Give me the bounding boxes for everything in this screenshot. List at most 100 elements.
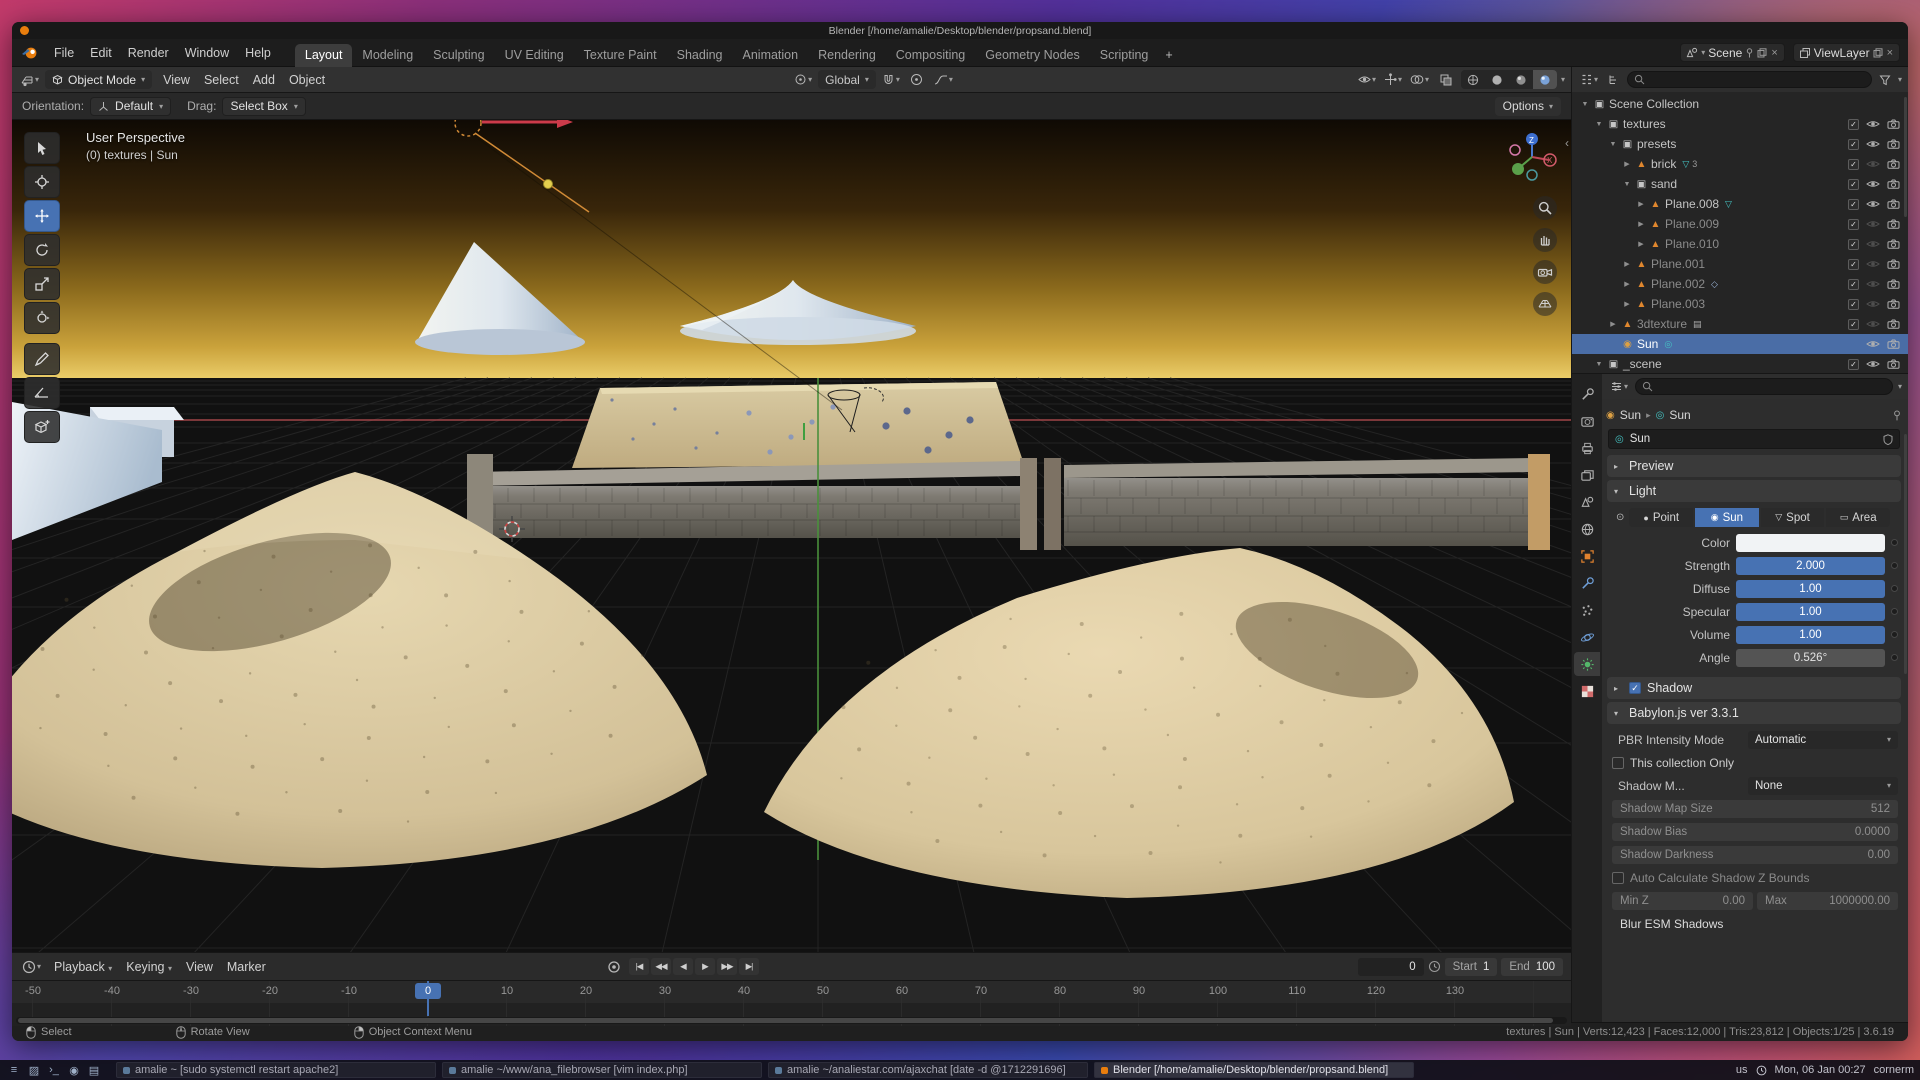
menu-item[interactable]: Render bbox=[120, 43, 177, 63]
outliner-item-label[interactable]: presets bbox=[1637, 137, 1676, 151]
cursor-tool-button[interactable] bbox=[24, 166, 60, 198]
outliner-item-label[interactable]: brick bbox=[1651, 157, 1676, 171]
annotate-tool-button[interactable] bbox=[24, 343, 60, 375]
exclude-checkbox[interactable]: ✓ bbox=[1848, 359, 1859, 370]
exclude-checkbox[interactable]: ✓ bbox=[1848, 259, 1859, 270]
exclude-checkbox[interactable]: ✓ bbox=[1848, 199, 1859, 210]
workspace-tab[interactable]: Animation bbox=[733, 44, 809, 67]
current-frame-field[interactable]: 0 bbox=[1358, 958, 1424, 976]
light-type-button[interactable]: ▭Area bbox=[1826, 508, 1890, 527]
tab-texture[interactable] bbox=[1574, 679, 1600, 703]
blender-logo-icon[interactable] bbox=[20, 45, 40, 61]
jump-to-end-button[interactable]: ▶| bbox=[739, 958, 759, 975]
hide-viewport-toggle[interactable] bbox=[1866, 179, 1880, 189]
tab-modifiers[interactable] bbox=[1574, 571, 1600, 595]
measure-tool-button[interactable] bbox=[24, 377, 60, 409]
timeline-menu-item[interactable]: View bbox=[179, 957, 220, 977]
expand-arrow[interactable]: ▶ bbox=[1622, 160, 1632, 168]
zoom-icon[interactable] bbox=[1533, 196, 1557, 220]
outliner-row[interactable]: ▼ ▣ Scene Collection ✓ bbox=[1572, 94, 1908, 114]
properties-search-input[interactable] bbox=[1657, 381, 1886, 393]
pbr-intensity-dropdown[interactable]: Automatic▾ bbox=[1748, 731, 1898, 749]
expand-arrow[interactable]: ▼ bbox=[1594, 361, 1604, 368]
pin-icon[interactable] bbox=[1745, 48, 1754, 58]
app-menu-icon[interactable]: ≡ bbox=[6, 1062, 22, 1078]
tab-render[interactable] bbox=[1574, 409, 1600, 433]
blur-esm-shadows-label[interactable]: Blur ESM Shadows bbox=[1612, 917, 1723, 931]
transform-pivot-icon[interactable]: ▾ bbox=[792, 72, 814, 87]
exclude-checkbox[interactable]: ✓ bbox=[1848, 299, 1859, 310]
panel-light[interactable]: ▾Light bbox=[1607, 480, 1901, 502]
outliner-editor-type-icon[interactable]: ▾ bbox=[1578, 72, 1600, 87]
auto-calc-z-bounds-checkbox[interactable] bbox=[1612, 872, 1624, 884]
hide-viewport-toggle[interactable] bbox=[1866, 259, 1880, 269]
menu-item[interactable]: File bbox=[46, 43, 82, 63]
workspace-tab[interactable]: UV Editing bbox=[495, 44, 574, 67]
panel-babylon[interactable]: ▾Babylon.js ver 3.3.1 bbox=[1607, 702, 1901, 724]
viewport-menu-item[interactable]: Object bbox=[282, 70, 332, 90]
outliner-row[interactable]: ◉ Sun ◎ ✓ bbox=[1572, 334, 1908, 354]
tab-object-data-light[interactable] bbox=[1574, 652, 1600, 676]
shadow-bias-field[interactable]: Shadow Bias0.0000 bbox=[1612, 823, 1898, 841]
breadcrumb-data[interactable]: Sun bbox=[1669, 408, 1690, 422]
drag-dropdown[interactable]: Select Box▾ bbox=[222, 97, 305, 116]
timeline-menu-item[interactable]: Marker bbox=[220, 957, 273, 977]
outliner-row[interactable]: ▶ ▲ brick ▽ 3 ✓ bbox=[1572, 154, 1908, 174]
expand-arrow[interactable]: ▶ bbox=[1622, 300, 1632, 308]
shading-solid-button[interactable] bbox=[1485, 70, 1509, 89]
expand-arrow[interactable]: ▶ bbox=[1636, 240, 1646, 248]
hide-viewport-toggle[interactable] bbox=[1866, 239, 1880, 249]
disable-render-toggle[interactable] bbox=[1887, 319, 1900, 329]
disable-render-toggle[interactable] bbox=[1887, 299, 1900, 309]
navigation-gizmo[interactable]: Z X bbox=[1503, 128, 1561, 186]
taskbar-window-button[interactable]: Blender [/home/amalie/Desktop/blender/pr… bbox=[1094, 1062, 1414, 1078]
shadow-mode-dropdown[interactable]: None▾ bbox=[1748, 777, 1898, 795]
tweak-tool-button[interactable] bbox=[24, 132, 60, 164]
outliner-item-label[interactable]: _scene bbox=[1623, 357, 1662, 371]
tab-scene[interactable] bbox=[1574, 490, 1600, 514]
outliner-item-label[interactable]: Plane.001 bbox=[1651, 257, 1705, 271]
disable-render-toggle[interactable] bbox=[1887, 179, 1900, 189]
clock[interactable]: Mon, 06 Jan 00:27 bbox=[1775, 1064, 1866, 1076]
animate-dot[interactable] bbox=[1891, 562, 1898, 569]
pin-id-icon[interactable] bbox=[1892, 410, 1902, 421]
tab-physics[interactable] bbox=[1574, 625, 1600, 649]
workspace-tab[interactable]: Sculpting bbox=[423, 44, 494, 67]
outliner-row[interactable]: ▶ ▲ Plane.003 ✓ bbox=[1572, 294, 1908, 314]
taskbar-window-button[interactable]: amalie ~ [sudo systemctl restart apache2… bbox=[116, 1062, 436, 1078]
scale-tool-button[interactable] bbox=[24, 268, 60, 300]
properties-filter-icon[interactable]: ▾ bbox=[1898, 382, 1902, 391]
outliner-row[interactable]: ▼ ▣ sand ✓ bbox=[1572, 174, 1908, 194]
outliner-row[interactable]: ▶ ▲ Plane.008 ▽ ✓ bbox=[1572, 194, 1908, 214]
hide-viewport-toggle[interactable] bbox=[1866, 319, 1880, 329]
xray-toggle[interactable] bbox=[1435, 70, 1457, 89]
outliner-item-label[interactable]: Plane.002 bbox=[1651, 277, 1705, 291]
workspace-tab[interactable]: Compositing bbox=[886, 44, 975, 67]
light-type-button[interactable]: ◉Sun bbox=[1695, 508, 1759, 527]
clock-icon[interactable] bbox=[1428, 960, 1441, 973]
viewport-scene[interactable] bbox=[12, 120, 1571, 952]
workspace-tab[interactable]: Geometry Nodes bbox=[975, 44, 1089, 67]
disable-render-toggle[interactable] bbox=[1887, 119, 1900, 129]
light-color-swatch[interactable] bbox=[1736, 534, 1885, 552]
frame-end-field[interactable]: End100 bbox=[1501, 958, 1563, 976]
unlink-scene-icon[interactable]: × bbox=[1770, 47, 1778, 59]
workspace-tab[interactable]: Scripting bbox=[1090, 44, 1159, 67]
outliner-item-label[interactable]: Plane.008 bbox=[1665, 197, 1719, 211]
taskbar-window-button[interactable]: amalie ~/www/ana_filebrowser [vim index.… bbox=[442, 1062, 762, 1078]
animate-dot[interactable] bbox=[1891, 654, 1898, 661]
tab-particles[interactable] bbox=[1574, 598, 1600, 622]
outliner-row[interactable]: ▶ ▲ Plane.001 ✓ bbox=[1572, 254, 1908, 274]
max-z-field[interactable]: Max1000000.00 bbox=[1757, 892, 1898, 910]
volume-slider[interactable]: 1.00 bbox=[1736, 626, 1885, 644]
timeline-scrollbar-handle[interactable] bbox=[18, 1018, 1553, 1023]
disable-render-toggle[interactable] bbox=[1887, 139, 1900, 149]
tab-viewlayer[interactable] bbox=[1574, 463, 1600, 487]
exclude-checkbox[interactable]: ✓ bbox=[1848, 159, 1859, 170]
disable-render-toggle[interactable] bbox=[1887, 159, 1900, 169]
pan-hand-icon[interactable] bbox=[1533, 228, 1557, 252]
disable-render-toggle[interactable] bbox=[1887, 199, 1900, 209]
keyboard-layout-indicator[interactable]: us bbox=[1736, 1064, 1748, 1076]
orientation-dropdown[interactable]: Default▾ bbox=[90, 97, 171, 116]
outliner-row[interactable]: ▼ ▣ textures ✓ bbox=[1572, 114, 1908, 134]
